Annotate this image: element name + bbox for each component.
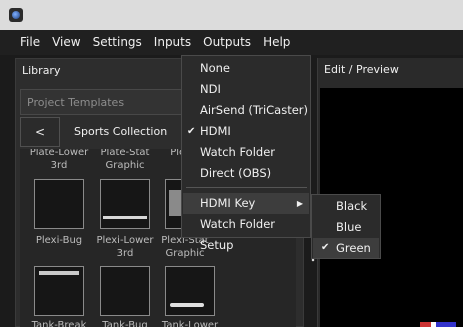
menu-separator bbox=[186, 187, 307, 188]
outputs-item-hdmi[interactable]: ✔ HDMI bbox=[183, 121, 309, 142]
thumb-label: Plate-Lower 3rd bbox=[29, 149, 89, 171]
menu-item-label: HDMI bbox=[200, 124, 231, 138]
menu-outputs[interactable]: Outputs bbox=[197, 30, 258, 55]
menu-file[interactable]: File bbox=[14, 30, 46, 55]
outputs-item-direct-obs[interactable]: Direct (OBS) bbox=[183, 163, 309, 184]
thumb-label: Plexi-Bug bbox=[35, 235, 83, 246]
template-thumbnail-tank-break[interactable] bbox=[34, 266, 84, 316]
outputs-item-watch-folder[interactable]: Watch Folder bbox=[183, 142, 309, 163]
hdmi-key-green[interactable]: ✔ Green bbox=[313, 238, 379, 258]
menu-item-label: Watch Folder bbox=[200, 145, 275, 159]
menu-item-label: NDI bbox=[200, 82, 221, 96]
check-icon: ✔ bbox=[187, 126, 196, 137]
outputs-item-ndi[interactable]: NDI bbox=[183, 79, 309, 100]
chevron-right-icon: ▶ bbox=[296, 199, 303, 208]
preview-graphic-fragment bbox=[420, 322, 456, 327]
menu-settings[interactable]: Settings bbox=[87, 30, 148, 55]
thumb-label: Tank-Lower bbox=[161, 320, 219, 327]
menu-item-label: Green bbox=[336, 241, 371, 255]
menu-item-label: None bbox=[200, 61, 231, 75]
hdmi-key-submenu: Black Blue ✔ Green bbox=[311, 194, 381, 259]
menu-item-label: Direct (OBS) bbox=[200, 166, 272, 180]
outputs-item-airsend[interactable]: AirSend (TriCaster) bbox=[183, 100, 309, 121]
menu-bar: File View Settings Inputs Outputs Help bbox=[0, 30, 463, 55]
preview-title: Edit / Preview bbox=[324, 63, 399, 76]
template-thumbnail-plexi-bug[interactable] bbox=[34, 179, 84, 229]
outputs-item-none[interactable]: None bbox=[183, 58, 309, 79]
menu-item-label: AirSend (TriCaster) bbox=[200, 103, 309, 117]
hdmi-key-blue[interactable]: Blue bbox=[313, 217, 379, 237]
thumb-label: Tank-Bug bbox=[102, 320, 148, 327]
menu-item-label: HDMI Key bbox=[200, 196, 256, 210]
app-icon bbox=[9, 8, 23, 22]
menu-item-label: Blue bbox=[336, 220, 362, 234]
thumb-label: Tank-Break bbox=[31, 320, 87, 327]
template-thumbnail-tank-bug[interactable] bbox=[100, 266, 150, 316]
menu-help[interactable]: Help bbox=[257, 30, 296, 55]
template-thumbnail-tank-lower[interactable] bbox=[165, 266, 215, 316]
hdmi-key-black[interactable]: Black bbox=[313, 196, 379, 216]
outputs-item-watch-folder-setup[interactable]: Watch Folder Setup bbox=[183, 214, 309, 252]
back-button[interactable]: < bbox=[20, 117, 60, 147]
menu-inputs[interactable]: Inputs bbox=[148, 30, 197, 55]
outputs-menu: None NDI AirSend (TriCaster) ✔ HDMI Watc… bbox=[181, 55, 311, 252]
collection-label: Sports Collection bbox=[74, 125, 168, 138]
library-title: Library bbox=[22, 64, 61, 77]
menu-item-label: Black bbox=[336, 199, 368, 213]
template-thumbnail-plexi-lower-3rd[interactable] bbox=[100, 179, 150, 229]
edit-preview-panel: Edit / Preview bbox=[317, 58, 463, 327]
menu-view[interactable]: View bbox=[46, 30, 86, 55]
thumb-label: Plate-Stat Graphic bbox=[100, 149, 150, 171]
title-bar bbox=[0, 0, 463, 30]
outputs-item-hdmi-key[interactable]: HDMI Key ▶ bbox=[183, 193, 309, 214]
check-icon: ✔ bbox=[321, 242, 330, 253]
